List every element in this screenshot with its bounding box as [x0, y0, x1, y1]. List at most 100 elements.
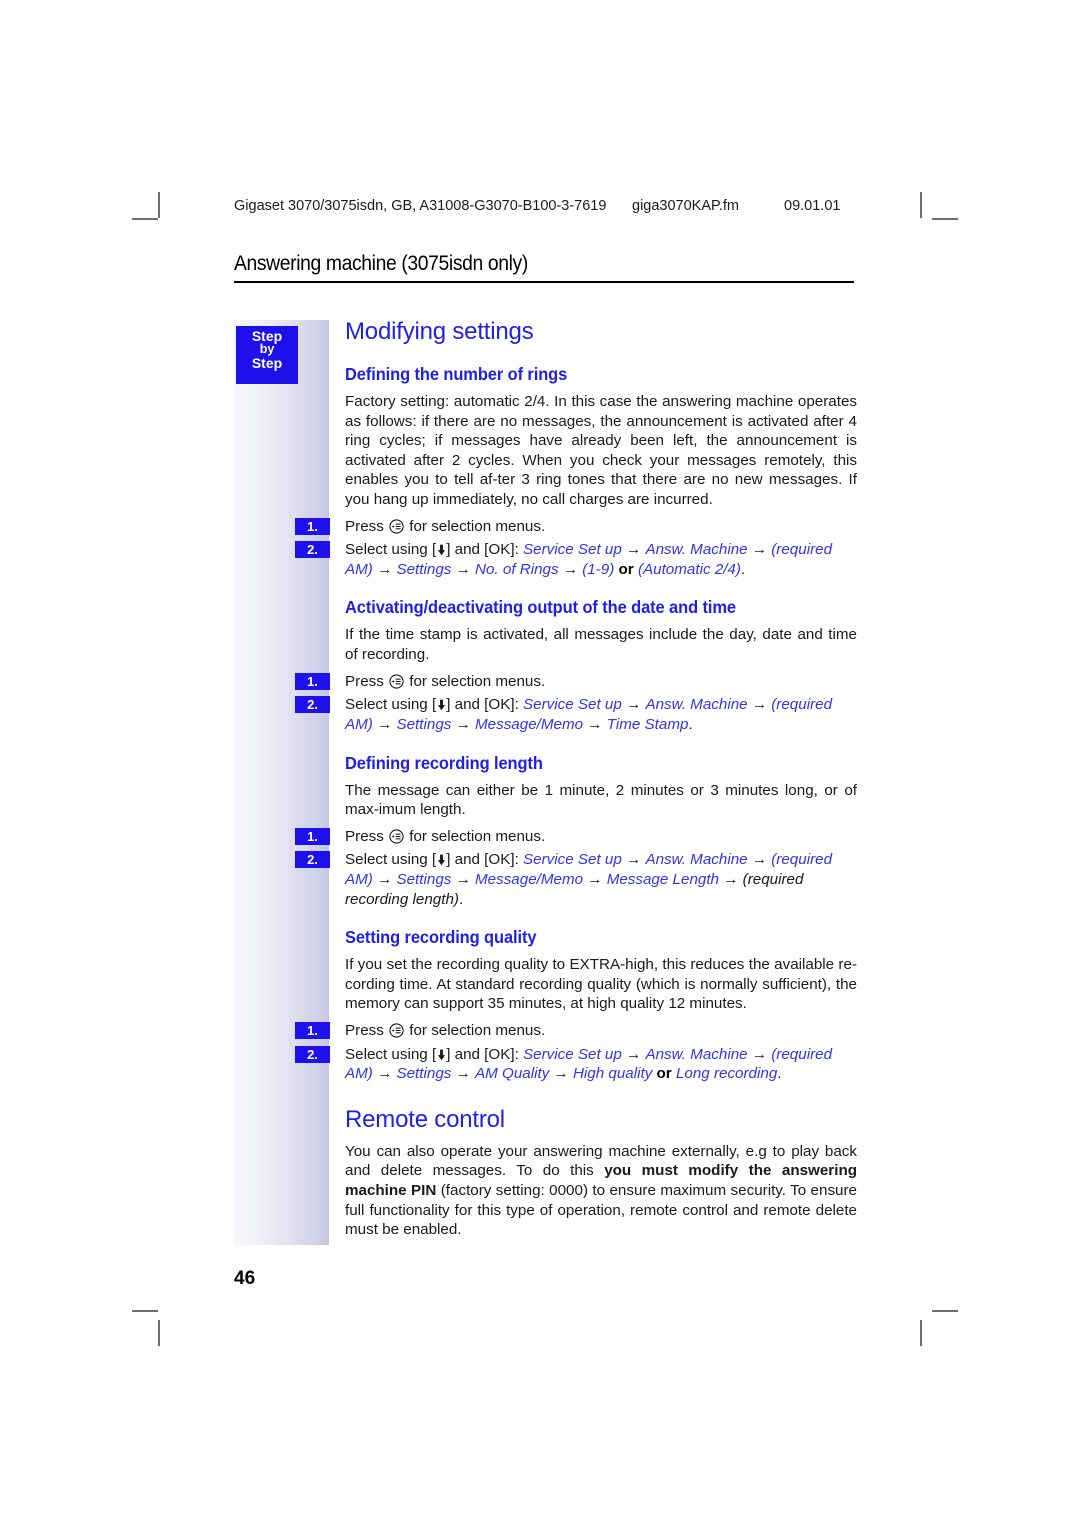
menu-path-item-8: AM Quality [475, 1065, 550, 1083]
menu-key-icon [389, 829, 404, 844]
step-number-badge: 1. [295, 672, 330, 690]
step-text: Press for selection menus. [345, 1022, 546, 1040]
menu-path-item-2: Answ. Machine [645, 696, 748, 714]
menu-path-arrow-3: → [747, 541, 772, 559]
step-by-step-band [234, 320, 329, 1245]
menu-path-item-2: Answ. Machine [645, 851, 748, 869]
step-row: 1. Press for selection menus. [295, 672, 857, 692]
step-row: 1. Press for selection menus. [295, 1021, 857, 1041]
step-row: 2. Select using [] and [OK]: Service Set … [295, 1045, 857, 1084]
step-text: Select using [] and [OK]: Service Set up… [345, 541, 833, 578]
menu-path-item-0: Service Set up [523, 541, 622, 559]
subsection-recording-length: Defining recording length The message can… [295, 752, 857, 910]
step-text: Select using [] and [OK]: Service Set up… [345, 1045, 833, 1083]
menu-path-item-10: Time Stamp [606, 715, 689, 733]
menu-key-icon [389, 674, 404, 689]
menu-key-icon [389, 1023, 404, 1038]
menu-path-item-10: (1-9) [582, 560, 615, 578]
menu-path-item-8: Message/Memo [475, 870, 584, 888]
menu-path-arrow-3: → [747, 696, 772, 714]
menu-path-arrow-9: → [583, 870, 607, 888]
menu-path-arrow-5: → [372, 715, 397, 733]
crop-mark-bottom-left-vertical [158, 1320, 160, 1346]
menu-path-arrow-5: → [372, 1065, 397, 1083]
menu-path-arrow-13: . [777, 1065, 782, 1083]
page-number: 46 [234, 1268, 256, 1289]
menu-path-arrow-13: . [458, 890, 464, 908]
page-content: Modifying settings Defining the number o… [295, 318, 857, 1249]
menu-path-arrow-13: . [740, 560, 746, 578]
menu-path-item-10: High quality [572, 1065, 653, 1083]
subsection-title-recording-quality: Setting recording quality [345, 927, 537, 948]
menu-path-item-12: (Automatic 2/4) [637, 560, 741, 578]
menu-path-item-12: Long recording [675, 1065, 778, 1083]
step-number-badge: 2. [295, 541, 330, 559]
menu-path-or-11: or [614, 560, 638, 578]
step-text: Press for selection menus. [345, 827, 546, 845]
menu-path-arrow-1: → [621, 851, 646, 869]
menu-path-item-0: Service Set up [523, 1045, 622, 1063]
step-row: 2. Select using [] and [OK]: Service Set … [295, 850, 857, 909]
menu-path-arrow-3: → [747, 1045, 772, 1063]
running-head-filename: giga3070KAP.fm [632, 198, 739, 214]
step-row: 1. Press for selection menus. [295, 517, 857, 537]
down-arrow-key-icon [437, 542, 446, 556]
subsection-title-recording-length: Defining recording length [345, 752, 543, 773]
menu-path-or-11: or [652, 1065, 676, 1083]
crop-mark-top-left-horizontal [132, 218, 158, 220]
down-arrow-key-icon [437, 697, 446, 711]
subsection-recording-quality: Setting recording quality If you set the … [295, 927, 857, 1084]
menu-path-arrow-7: → [451, 1065, 476, 1083]
step-number-badge: 1. [295, 1022, 330, 1040]
menu-path-arrow-5: → [372, 870, 397, 888]
step-number-badge: 1. [295, 827, 330, 845]
step-badge-line-3: Step [251, 355, 283, 372]
menu-path-item-0: Service Set up [523, 696, 622, 714]
step-row: 1. Press for selection menus. [295, 827, 857, 847]
menu-path-item-2: Answ. Machine [645, 541, 748, 559]
running-head-document: Gigaset 3070/3075isdn, GB, A31008-G3070-… [234, 198, 607, 214]
menu-path-arrow-1: → [621, 696, 646, 714]
menu-path-arrow-11: . [688, 715, 693, 733]
step-number-badge: 2. [295, 1045, 330, 1063]
crop-mark-top-left-vertical [158, 192, 160, 218]
step-row: 2. Select using [] and [OK]: Service Set … [295, 540, 857, 579]
subsection-intro-recording-length: The message can either be 1 minute, 2 mi… [345, 781, 857, 819]
subsection-number-of-rings: Defining the number of rings Factory sett… [295, 364, 857, 579]
down-arrow-key-icon [437, 852, 446, 866]
menu-path-arrow-1: → [621, 541, 646, 559]
menu-key-icon [389, 519, 404, 534]
step-row: 2. Select using [] and [OK]: Service Set … [295, 695, 857, 734]
step-number-badge: 2. [295, 851, 330, 869]
step-badge-line-1: Step [251, 328, 283, 344]
subsection-intro-number-of-rings: Factory setting: automatic 2/4. In this … [345, 393, 857, 509]
subsection-title-number-of-rings: Defining the number of rings [345, 364, 568, 384]
running-head-date: 09.01.01 [784, 198, 841, 214]
subsection-title-date-time-output: Activating/deactivating output of the da… [345, 597, 736, 618]
subsection-intro-recording-quality: If you set the recording quality to EXTR… [345, 956, 857, 1013]
menu-path-item-8: No. of Rings [475, 560, 559, 578]
menu-path-item-0: Service Set up [523, 851, 622, 869]
step-text: Select using [] and [OK]: Service Set up… [345, 851, 833, 908]
menu-path-arrow-3: → [747, 851, 772, 869]
crop-mark-bottom-left-horizontal [132, 1310, 158, 1312]
running-head: Gigaset 3070/3075isdn, GB, A31008-G3070-… [234, 198, 874, 220]
page-title: Modifying settings [345, 318, 534, 345]
menu-path-arrow-7: → [451, 560, 476, 578]
menu-path-item-6: Settings [396, 560, 452, 578]
crop-mark-top-right-vertical [920, 192, 922, 218]
remote-control-title: Remote control [345, 1105, 505, 1133]
step-number-badge: 2. [295, 696, 330, 714]
menu-path-item-6: Settings [396, 870, 452, 888]
step-text: Press for selection menus. [345, 672, 546, 690]
step-by-step-badge: Step by Step [236, 326, 298, 384]
menu-path-arrow-7: → [451, 870, 476, 888]
menu-path-item-6: Settings [396, 1065, 452, 1083]
subsection-list: Defining the number of rings Factory sett… [295, 364, 857, 1084]
menu-path-arrow-11: → [719, 870, 743, 888]
menu-path-item-6: Settings [396, 715, 452, 733]
crop-mark-bottom-right-vertical [920, 1320, 922, 1346]
menu-path-item-10: Message Length [606, 870, 720, 888]
remote-control-paragraph: You can also operate your answering mach… [345, 1142, 857, 1240]
menu-path-arrow-5: → [372, 560, 397, 578]
